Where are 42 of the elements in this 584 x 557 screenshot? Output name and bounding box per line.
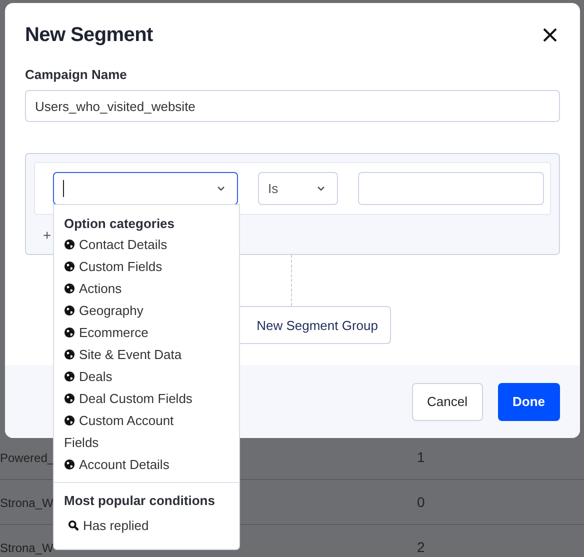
operator-dropdown[interactable]: Is [258,172,338,205]
input-field[interactable]: Users_who_visited_website [25,90,560,122]
menu-item[interactable]: Custom Fields [64,256,204,278]
cancel-button[interactable]: Cancel [412,382,482,420]
section-heading: Option categories [64,216,175,231]
table-cell: Powered_ [0,451,54,465]
globe-icon [64,283,75,294]
globe-icon [64,239,75,250]
table-cell: 2 [417,539,425,555]
menu-item[interactable]: Deals [64,366,204,388]
table-cell: Strona_W [0,541,54,555]
close-icon[interactable] [543,28,557,42]
section-heading: Most popular conditions [64,493,215,508]
globe-icon [64,415,75,426]
table-cell: 0 [417,494,425,510]
menu-item[interactable]: Account Details [64,454,204,476]
chevron-icon [217,186,225,191]
menu-item[interactable]: Site & Event Data [64,344,204,366]
menu-item[interactable]: Deal Custom Fields [64,388,204,410]
field-dropdown[interactable] [53,172,238,205]
value-field[interactable] [358,172,544,205]
chevron-icon [317,186,325,191]
table-cell: 1 [417,449,425,465]
globe-icon [64,261,75,272]
globe-icon [64,371,75,382]
menu-item[interactable]: Has replied [64,515,229,537]
search-icon [68,520,79,531]
menu-item[interactable]: Contact Details [64,234,204,256]
table-cell: Strona_W [0,496,54,510]
field-label: Campaign Name [25,67,127,82]
dialog-title: New Segment [25,24,153,46]
globe-icon [64,459,75,470]
globe-icon [64,327,75,338]
globe-icon [64,349,75,360]
menu-item[interactable]: Ecommerce [64,322,204,344]
globe-icon [64,305,75,316]
add-button[interactable]: + [43,227,52,243]
menu-item[interactable]: Custom Account Fields [64,410,204,454]
menu-item[interactable]: Geography [64,300,204,322]
menu-item[interactable]: Actions [64,278,204,300]
globe-icon [64,393,75,404]
done-button[interactable]: Done [498,382,560,420]
